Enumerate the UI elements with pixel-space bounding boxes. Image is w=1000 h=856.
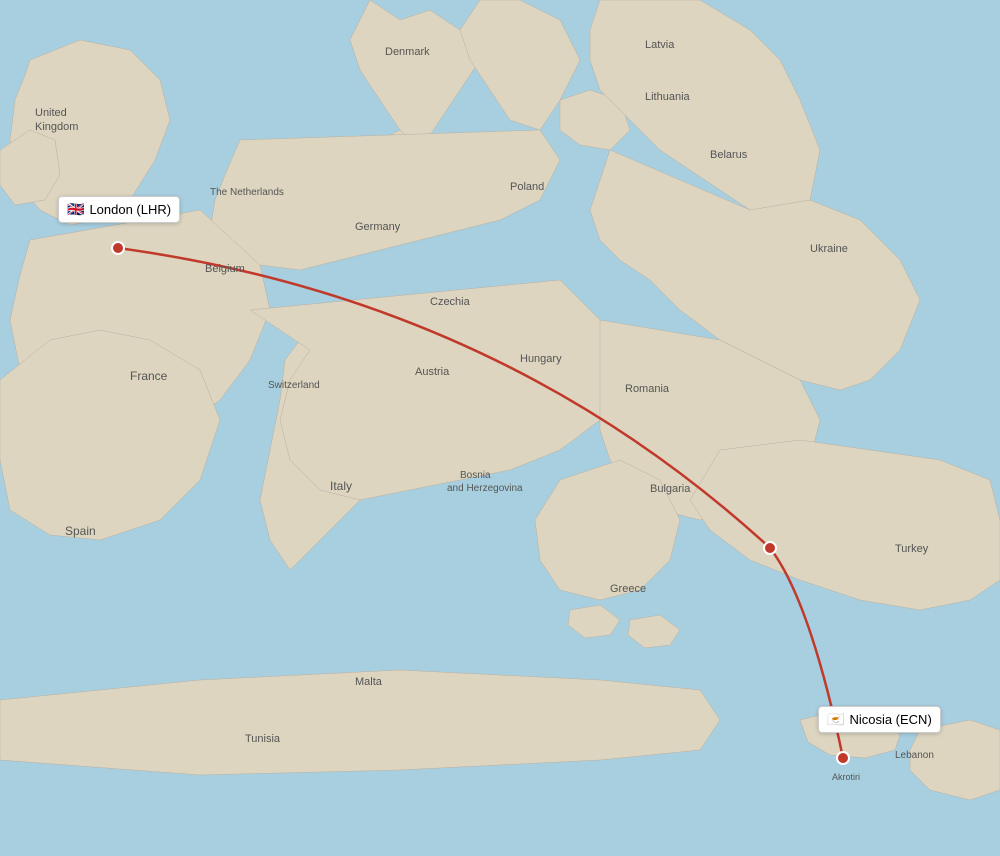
label-romania: Romania [625,383,670,395]
label-ukraine: Ukraine [810,243,848,255]
destination-dot [837,752,849,764]
label-austria: Austria [415,366,450,378]
label-hungary: Hungary [520,353,562,365]
label-denmark: Denmark [385,46,430,58]
label-lithuania: Lithuania [645,91,691,103]
label-bosnia: Bosnia [460,470,491,481]
label-czechia: Czechia [430,296,471,308]
label-poland: Poland [510,181,544,193]
label-latvia: Latvia [645,39,675,51]
label-greece: Greece [610,583,646,595]
label-tunisia: Tunisia [245,733,281,745]
cyprus-flag-icon: 🇨🇾 [827,711,844,728]
nicosia-airport-name: Nicosia (ECN) [849,712,931,727]
label-malta: Malta [355,676,383,688]
label-united-kingdom: United [35,107,67,119]
origin-dot [112,242,124,254]
london-airport-name: London (LHR) [89,202,171,217]
label-spain: Spain [65,524,96,538]
label-france: France [130,369,168,383]
label-akrotiri: Akrotiri [832,772,860,782]
label-netherlands: The Netherlands [210,187,284,198]
london-airport-label: 🇬🇧 London (LHR) [58,196,180,223]
label-switzerland: Switzerland [268,380,320,391]
map-container: United Kingdom Denmark Latvia Lithuania … [0,0,1000,856]
waypoint-dot [764,542,776,554]
label-lebanon: Lebanon [895,750,934,761]
uk-flag-icon: 🇬🇧 [67,201,84,218]
label-belgium: Belgium [205,263,245,275]
label-germany: Germany [355,221,401,233]
label-bulgaria: Bulgaria [650,483,691,495]
label-bosnia-2: and Herzegovina [447,483,523,494]
label-italy: Italy [330,479,352,493]
label-turkey: Turkey [895,543,929,555]
label-united-kingdom-2: Kingdom [35,121,78,133]
label-belarus: Belarus [710,149,748,161]
nicosia-airport-label: 🇨🇾 Nicosia (ECN) [818,706,941,733]
